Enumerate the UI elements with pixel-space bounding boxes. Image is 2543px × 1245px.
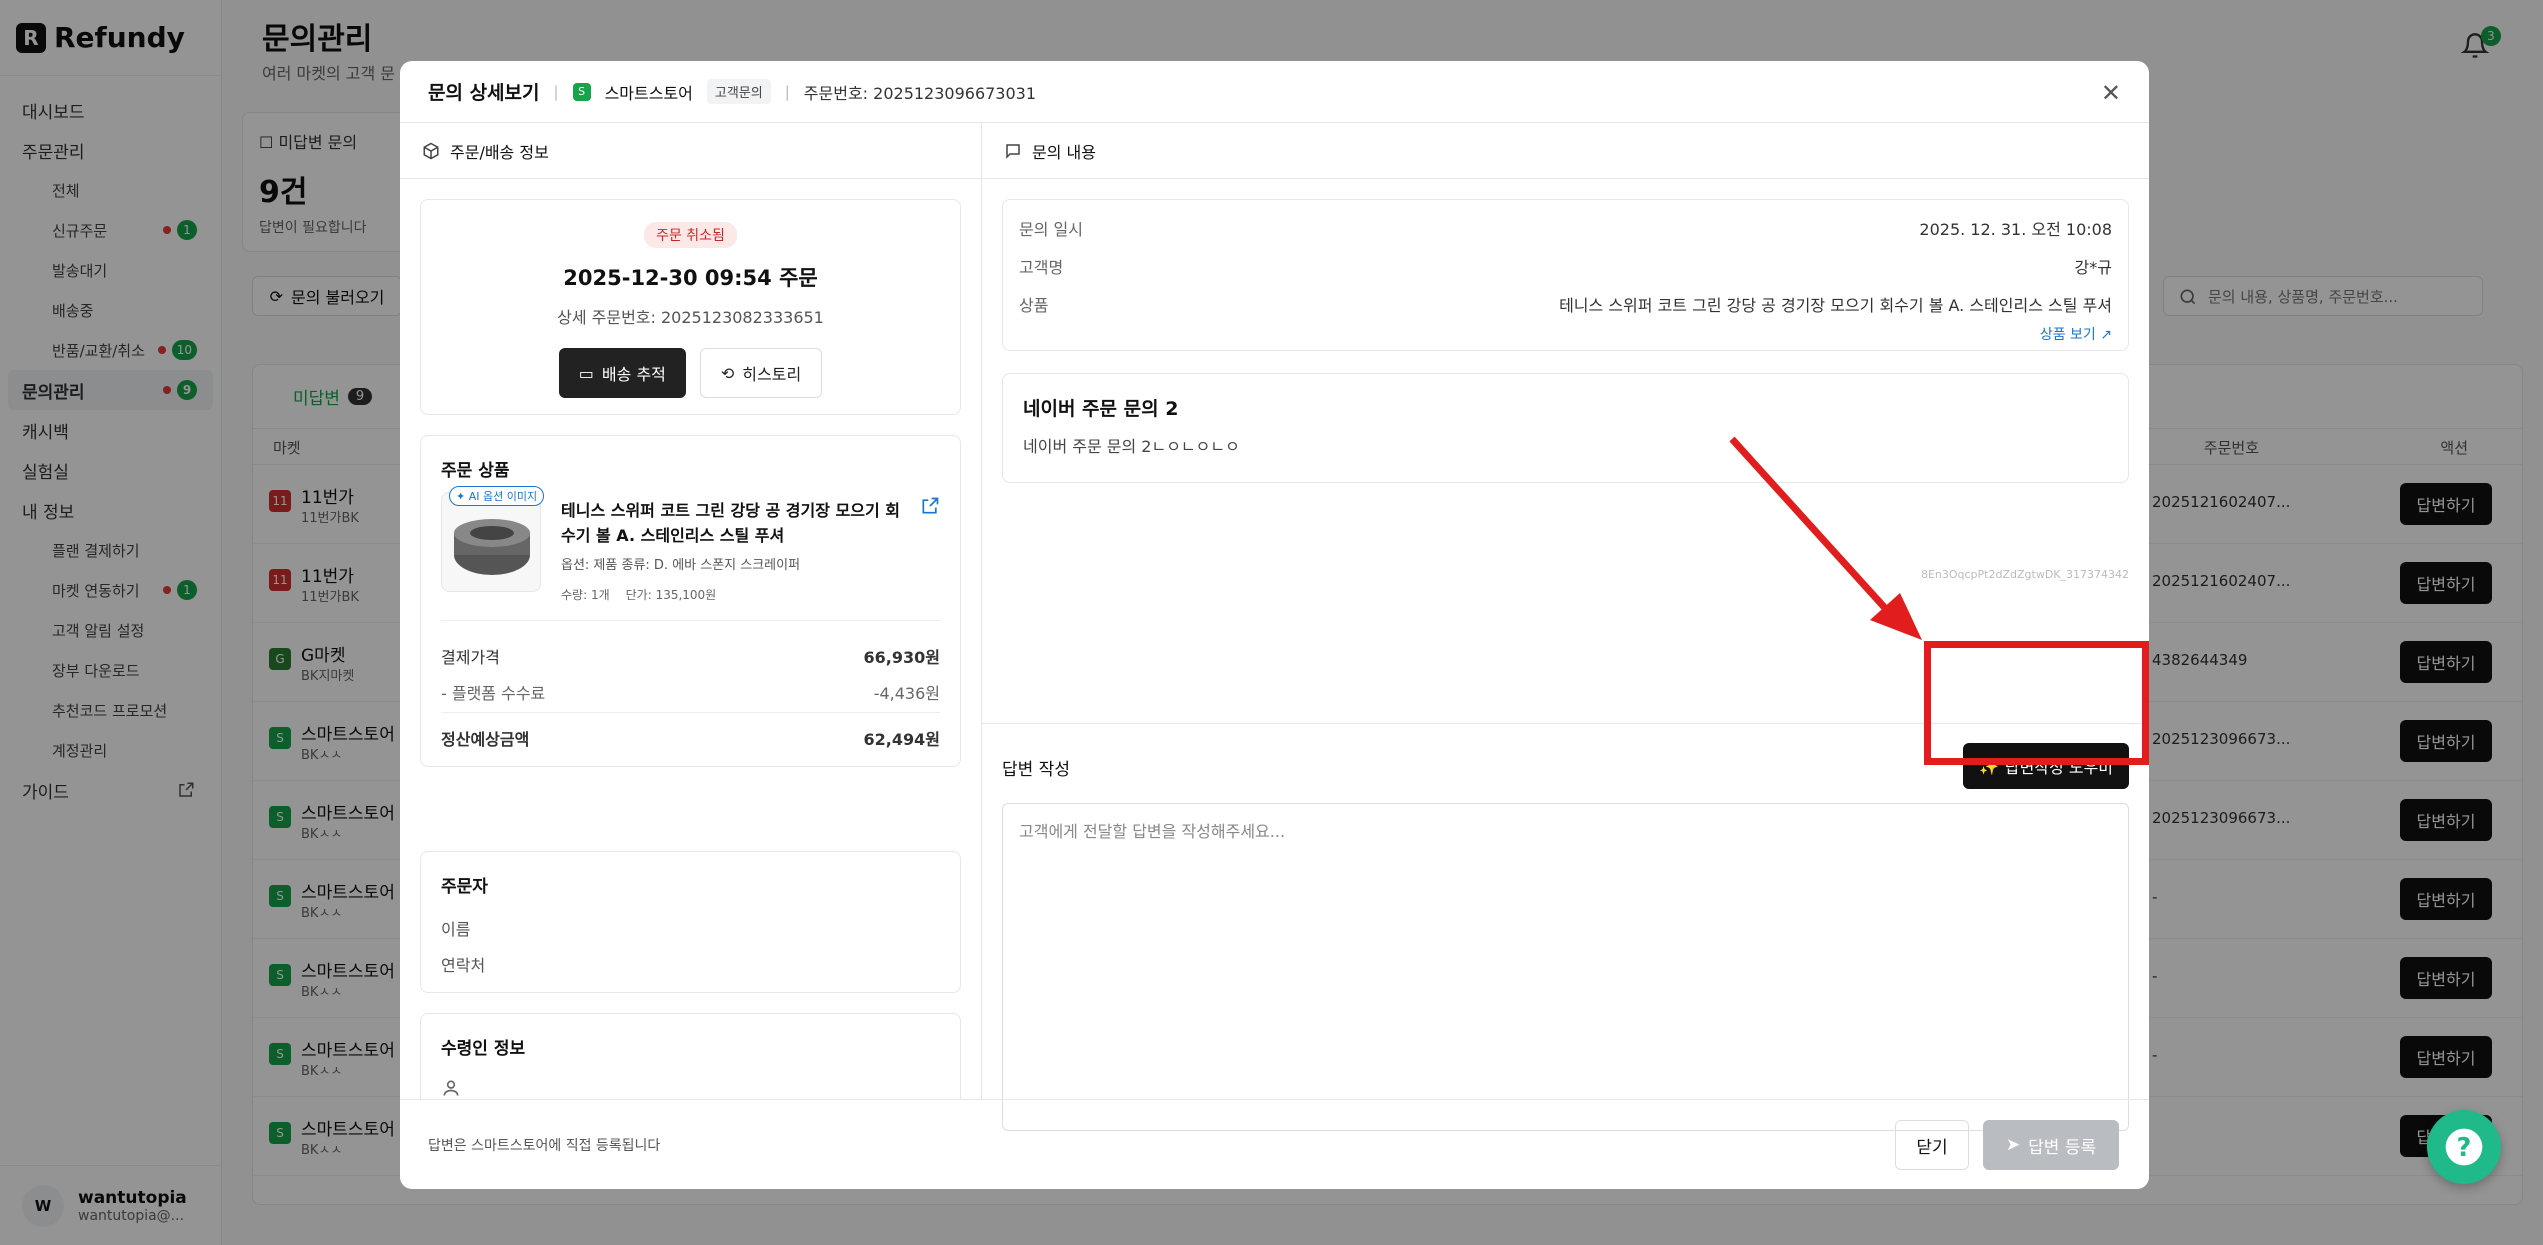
chat-help-icon: ? (2445, 1128, 2483, 1166)
annotation-highlight-box (1924, 641, 2149, 765)
svg-text:?: ? (2457, 1133, 2472, 1163)
help-chat-button[interactable]: ? (2427, 1110, 2501, 1184)
annotation-arrow-icon (1729, 436, 1922, 640)
